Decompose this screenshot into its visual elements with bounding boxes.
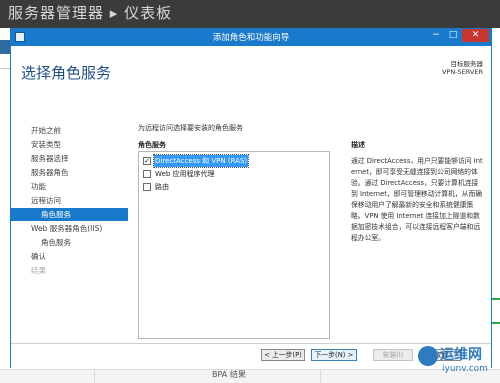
bpa-results-label[interactable]: BPA 结果 (212, 369, 246, 380)
close-button[interactable]: ✕ (462, 29, 489, 42)
description-header: 描述 (351, 141, 365, 149)
nav-item-web-server-role[interactable]: Web 服务器角色(IIS) (11, 222, 128, 235)
server-manager-title: 服务器管理器 ▸ 仪表板 (8, 4, 173, 22)
minimize-button[interactable]: − (428, 29, 444, 42)
description-text: 通过 DirectAccess，用户只要能够访问 Internet，即可享受无缝… (351, 157, 483, 242)
nav-item-server-selection[interactable]: 服务器选择 (11, 152, 128, 165)
nav-item-web-role-services[interactable]: 角色服务 (11, 236, 128, 249)
role-service-label[interactable]: DirectAccess 和 VPN (RAS) (152, 154, 250, 168)
nav-item-features[interactable]: 功能 (11, 180, 128, 193)
nav-item-installation-type[interactable]: 安装类型 (11, 138, 128, 151)
destination-server-label: 目标服务器 (450, 60, 484, 68)
watermark-icon (418, 346, 438, 366)
add-roles-wizard-window: 添加角色和功能向导 − □ ✕ 选择角色服务 目标服务器 VPN-SERVER … (10, 28, 492, 368)
page-title: 选择角色服务 (21, 64, 112, 82)
next-button[interactable]: 下一步(N) > (311, 349, 357, 361)
tile-divider (94, 369, 95, 383)
window-titlebar[interactable]: 添加角色和功能向导 − □ ✕ (11, 29, 491, 46)
role-services-header: 角色服务 (138, 141, 166, 149)
instruction-text: 为远程访问选择要安装的角色服务 (138, 124, 243, 132)
role-service-label[interactable]: 路由 (154, 181, 170, 193)
window-title: 添加角色和功能向导 (212, 33, 290, 43)
role-services-list[interactable]: ✓ DirectAccess 和 VPN (RAS) Web 应用程序代理 路由 (138, 151, 330, 339)
watermark-logo: 运维网 iyunv.com (418, 342, 500, 383)
nav-item-results: 结果 (31, 266, 46, 275)
wizard-nav: 开始之前 安装类型 服务器选择 服务器角色 功能 远程访问 角色服务 Web 服… (11, 103, 128, 343)
nav-item-before-you-begin[interactable]: 开始之前 (11, 124, 128, 137)
checkbox-unchecked[interactable] (143, 170, 151, 178)
install-button: 安装(I) (373, 349, 413, 361)
nav-item-role-services[interactable]: 角色服务 (11, 208, 128, 221)
tile-divider (320, 369, 321, 383)
watermark-name: 运维网 (440, 347, 482, 363)
server-manager-header: 服务器管理器 ▸ 仪表板 (0, 0, 500, 28)
checkbox-checked[interactable]: ✓ (143, 157, 151, 165)
nav-item-confirmation[interactable]: 确认 (11, 250, 128, 263)
role-service-label[interactable]: Web 应用程序代理 (154, 168, 216, 180)
watermark-url: iyunv.com (442, 364, 488, 374)
destination-server-name: VPN-SERVER (441, 68, 483, 76)
maximize-button[interactable]: □ (445, 29, 461, 42)
wizard-content: 为远程访问选择要安装的角色服务 角色服务 ✓ DirectAccess 和 VP… (136, 103, 491, 343)
nav-item-remote-access[interactable]: 远程访问 (11, 194, 128, 207)
checkbox-unchecked[interactable] (143, 183, 151, 191)
nav-item-server-roles[interactable]: 服务器角色 (11, 166, 128, 179)
previous-button[interactable]: < 上一步(P) (261, 349, 305, 361)
wizard-header: 选择角色服务 目标服务器 VPN-SERVER (11, 46, 491, 103)
